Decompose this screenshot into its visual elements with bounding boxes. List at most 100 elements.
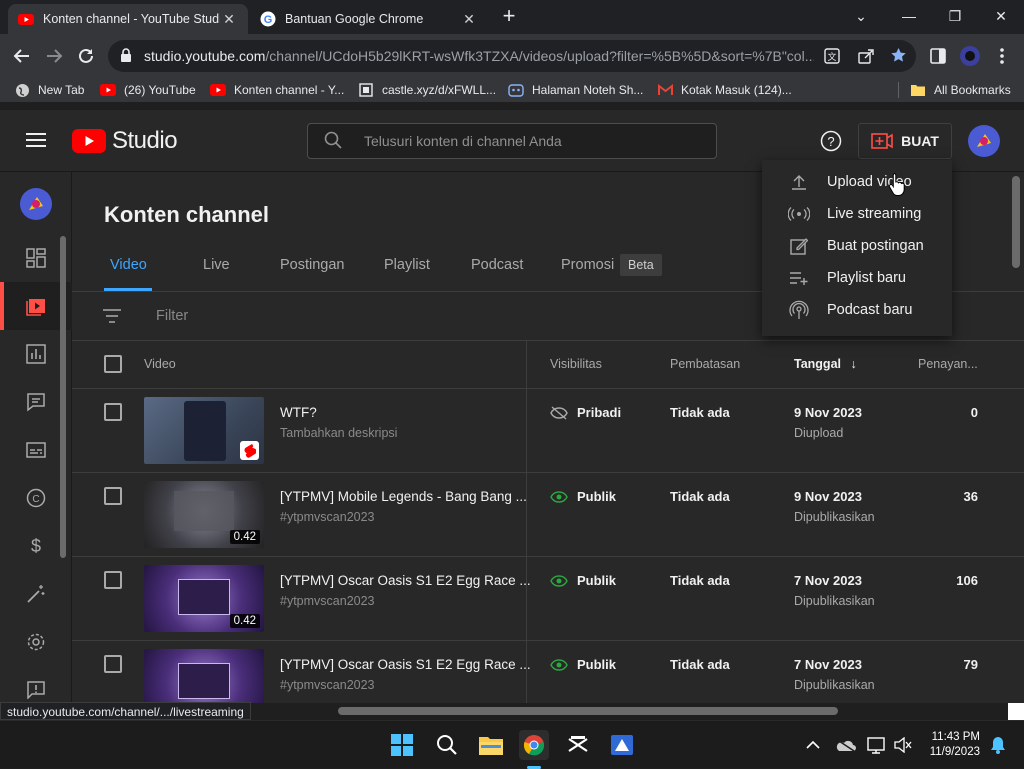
bookmark-castle[interactable]: castle.xyz/d/xFWLL...: [358, 82, 496, 98]
reload-icon[interactable]: [74, 44, 98, 68]
sidebar-scrollbar[interactable]: [60, 236, 66, 558]
address-bar[interactable]: studio.youtube.com/channel/UCdoH5b29lKRT…: [108, 40, 916, 72]
select-all-checkbox[interactable]: [104, 355, 122, 373]
lock-icon[interactable]: [120, 47, 132, 65]
more-menu-icon[interactable]: [990, 44, 1014, 68]
video-editor-icon[interactable]: [607, 730, 637, 760]
thumbnail-frame: [178, 663, 230, 699]
sidebar-item-settings[interactable]: [0, 618, 72, 666]
close-tab-icon[interactable]: ✕: [460, 11, 478, 28]
chrome-taskbar-icon[interactable]: [519, 730, 549, 760]
video-title[interactable]: [YTPMV] Oscar Oasis S1 E2 Egg Race ...: [280, 573, 531, 588]
table-row[interactable]: [YTPMV] Oscar Oasis S1 E2 Egg Race ... #…: [72, 641, 1024, 703]
forward-icon[interactable]: [42, 44, 66, 68]
close-window-button[interactable]: ✕: [978, 0, 1024, 32]
bookmark-konten-channel[interactable]: Konten channel - Y...: [210, 82, 344, 98]
hamburger-menu-icon[interactable]: [26, 132, 46, 153]
video-title[interactable]: WTF?: [280, 405, 317, 420]
table-row[interactable]: 0.42 [YTPMV] Oscar Oasis S1 E2 Egg Race …: [72, 557, 1024, 641]
filter-icon[interactable]: [102, 308, 122, 329]
bookmark-halaman[interactable]: Halaman Noteh Sh...: [508, 82, 643, 98]
video-thumbnail[interactable]: 0.42: [144, 565, 264, 632]
onedrive-icon[interactable]: [830, 730, 860, 760]
bookmark-label: Halaman Noteh Sh...: [532, 83, 644, 97]
row-checkbox[interactable]: [104, 571, 122, 589]
video-thumbnail[interactable]: [144, 649, 264, 703]
tray-chevron-up-icon[interactable]: [798, 730, 828, 760]
edit-post-icon: [788, 237, 810, 255]
table-horizontal-scrollbar[interactable]: [338, 707, 838, 715]
video-description[interactable]: Tambahkan deskripsi: [280, 426, 397, 440]
close-tab-icon[interactable]: ✕: [220, 11, 238, 28]
bookmark-youtube[interactable]: (26) YouTube: [100, 82, 196, 98]
table-row[interactable]: WTF? Tambahkan deskripsi Pribadi Tidak a…: [72, 389, 1024, 473]
menu-item-new-podcast[interactable]: Podcast baru: [762, 294, 952, 326]
visibility-cell[interactable]: Publik: [550, 573, 616, 588]
taskbar-clock[interactable]: 11:43 PM 11/9/2023: [918, 730, 980, 760]
restore-button[interactable]: ❐: [932, 0, 978, 32]
sidepanel-icon[interactable]: [926, 44, 950, 68]
menu-item-live-streaming[interactable]: Live streaming: [762, 198, 952, 230]
video-description[interactable]: #ytpmvscan2023: [280, 678, 375, 692]
tab-chrome-help[interactable]: G Bantuan Google Chrome ✕: [250, 4, 488, 34]
column-restrictions[interactable]: Pembatasan: [670, 357, 740, 371]
translate-icon[interactable]: 文: [824, 48, 840, 67]
castle-icon: [358, 82, 374, 98]
volume-muted-icon[interactable]: [888, 730, 918, 760]
bookmark-all[interactable]: All Bookmarks: [910, 82, 1011, 98]
profile-avatar[interactable]: [958, 44, 982, 68]
file-explorer-icon[interactable]: [476, 730, 506, 760]
menu-item-create-post[interactable]: Buat postingan: [762, 230, 952, 262]
minimize-button[interactable]: —: [886, 0, 932, 32]
studio-logo[interactable]: Studio: [72, 127, 178, 155]
notification-bell-icon[interactable]: [983, 730, 1013, 760]
column-views[interactable]: Penayan...: [918, 357, 978, 371]
tab-promosi[interactable]: Promosi: [561, 257, 614, 273]
tab-podcast[interactable]: Podcast: [471, 257, 523, 273]
bookmark-gmail[interactable]: Kotak Masuk (124)...: [657, 82, 792, 98]
video-title[interactable]: [YTPMV] Oscar Oasis S1 E2 Egg Race ...: [280, 657, 531, 672]
tab-postingan[interactable]: Postingan: [280, 257, 345, 273]
new-tab-button[interactable]: +: [498, 5, 520, 28]
video-description[interactable]: #ytpmvscan2023: [280, 594, 375, 608]
share-icon[interactable]: [858, 48, 874, 67]
taskbar-search-icon[interactable]: [432, 730, 462, 760]
restriction-cell: Tidak ada: [670, 405, 730, 420]
visibility-cell[interactable]: Publik: [550, 489, 616, 504]
sidebar-item-customization[interactable]: [0, 570, 72, 618]
help-icon[interactable]: ?: [820, 130, 842, 157]
row-checkbox[interactable]: [104, 487, 122, 505]
video-description[interactable]: #ytpmvscan2023: [280, 510, 375, 524]
tab-youtube-studio[interactable]: Konten channel - YouTube Studio ✕: [8, 4, 248, 34]
create-button[interactable]: BUAT: [858, 123, 952, 159]
video-thumbnail[interactable]: [144, 397, 264, 464]
bookmark-new-tab[interactable]: New Tab: [14, 82, 84, 98]
video-title[interactable]: [YTPMV] Mobile Legends - Bang Bang ...: [280, 489, 527, 504]
capcut-icon[interactable]: [563, 730, 593, 760]
filter-input[interactable]: Filter: [156, 308, 188, 324]
windows-start-icon[interactable]: [387, 730, 417, 760]
table-row[interactable]: 0.42 [YTPMV] Mobile Legends - Bang Bang …: [72, 473, 1024, 557]
row-checkbox[interactable]: [104, 403, 122, 421]
page-vertical-scrollbar[interactable]: [1012, 176, 1020, 268]
visibility-cell[interactable]: Pribadi: [550, 405, 621, 420]
video-thumbnail[interactable]: 0.42: [144, 481, 264, 548]
tab-search-button[interactable]: ⌄: [838, 0, 884, 32]
tab-playlist[interactable]: Playlist: [384, 257, 430, 273]
thumbnail-phone: [184, 401, 226, 461]
account-avatar[interactable]: [968, 125, 1000, 162]
divider: [72, 340, 1024, 341]
search-input[interactable]: Telusuri konten di channel Anda: [307, 123, 717, 159]
column-visibility[interactable]: Visibilitas: [550, 357, 602, 371]
column-date[interactable]: Tanggal ↓: [794, 357, 857, 371]
menu-item-upload-video[interactable]: Upload video: [762, 166, 952, 198]
back-icon[interactable]: [10, 44, 34, 68]
tab-video[interactable]: Video: [110, 257, 147, 273]
visibility-cell[interactable]: Publik: [550, 657, 616, 672]
row-checkbox[interactable]: [104, 655, 122, 673]
bookmark-star-icon[interactable]: [890, 47, 907, 67]
tab-live[interactable]: Live: [203, 257, 230, 273]
sidebar-item-feedback[interactable]: [0, 666, 72, 703]
menu-item-new-playlist[interactable]: Playlist baru: [762, 262, 952, 294]
channel-avatar[interactable]: [20, 188, 52, 225]
